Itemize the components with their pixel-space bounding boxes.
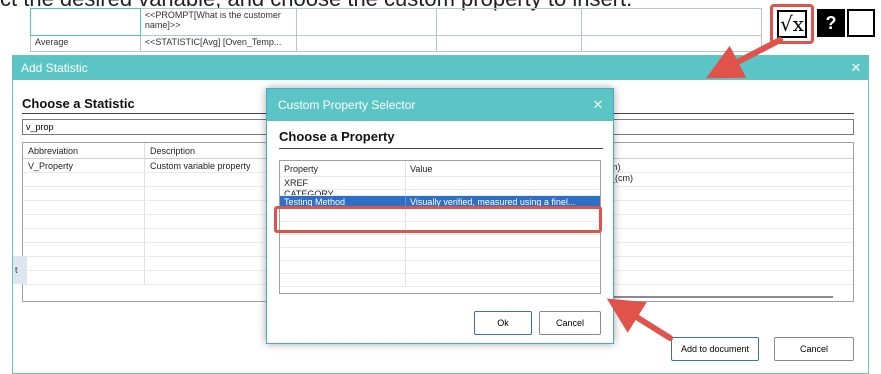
table-grid-icon[interactable] xyxy=(847,9,875,37)
list-header: Property Value xyxy=(280,161,600,177)
add-statistic-titlebar: Add Statistic ✕ xyxy=(13,56,868,80)
bg-cell-prompt: <<PROMPT[What is the customer name]>> xyxy=(139,8,297,36)
empty-row xyxy=(280,222,600,235)
ok-button[interactable]: Ok xyxy=(474,311,532,335)
column-header-abbreviation[interactable]: Abbreviation xyxy=(23,143,145,158)
bg-cell xyxy=(581,34,762,53)
background-document-table: <<PROMPT[What is the customer name]>> Av… xyxy=(29,7,762,53)
row-property: CATEGORY xyxy=(280,190,406,195)
dialog-title: Add Statistic xyxy=(21,61,88,75)
row-property: Testing Method xyxy=(280,196,406,208)
section-title: Choose a Statistic xyxy=(22,96,135,111)
empty-row xyxy=(280,274,600,287)
cancel-button[interactable]: Cancel xyxy=(539,311,601,335)
left-side-tab: t xyxy=(13,256,27,284)
insert-statistic-button[interactable]: √x xyxy=(770,4,814,44)
add-to-document-button[interactable]: Add to document xyxy=(671,337,759,361)
custom-property-selector-dialog: Custom Property Selector ✕ Choose a Prop… xyxy=(266,88,614,344)
bg-cell xyxy=(295,34,437,53)
row-value: Visually verified, measured using a fine… xyxy=(410,197,576,207)
empty-row xyxy=(280,248,600,261)
divider xyxy=(279,148,603,149)
bg-cell-statistic: <<STATISTIC[Avg] [Oven_Temp... xyxy=(139,34,297,53)
cancel-button[interactable]: Cancel xyxy=(774,337,854,361)
bg-cell xyxy=(581,8,762,36)
dialog-title: Custom Property Selector xyxy=(278,98,416,112)
section-title: Choose a Property xyxy=(279,129,395,144)
empty-row xyxy=(280,235,600,248)
empty-row xyxy=(280,261,600,274)
row-description: Custom variable property xyxy=(145,159,285,172)
bg-cell xyxy=(435,34,583,53)
bg-cell xyxy=(435,8,583,36)
horizontal-scrollbar[interactable] xyxy=(613,296,833,298)
column-header-value[interactable]: Value xyxy=(406,161,600,176)
row-value xyxy=(406,177,600,189)
close-icon[interactable]: ✕ xyxy=(583,97,613,113)
row-abbreviation: V_Property xyxy=(23,159,145,172)
column-header-description[interactable]: Description xyxy=(145,143,285,158)
bg-cell-average: Average xyxy=(30,34,141,53)
property-row-xref[interactable]: XREF xyxy=(280,177,600,190)
help-icon[interactable]: ? xyxy=(817,9,845,37)
row-property: XREF xyxy=(280,177,406,189)
empty-row xyxy=(280,209,600,222)
custom-property-titlebar: Custom Property Selector ✕ xyxy=(267,89,613,121)
close-icon[interactable]: ✕ xyxy=(844,60,868,76)
property-list[interactable]: Property Value XREF CATEGORY Testing Met… xyxy=(279,160,601,294)
square-root-icon: √x xyxy=(777,10,807,38)
bg-cell xyxy=(295,8,437,36)
screenshot-stage: ct the desired variable, and choose the … xyxy=(0,0,881,374)
column-header-property[interactable]: Property xyxy=(280,161,406,176)
bg-cell xyxy=(29,7,142,37)
row-value xyxy=(406,190,600,195)
property-row-testing-method[interactable]: Testing Method Visually verified, measur… xyxy=(280,196,600,209)
